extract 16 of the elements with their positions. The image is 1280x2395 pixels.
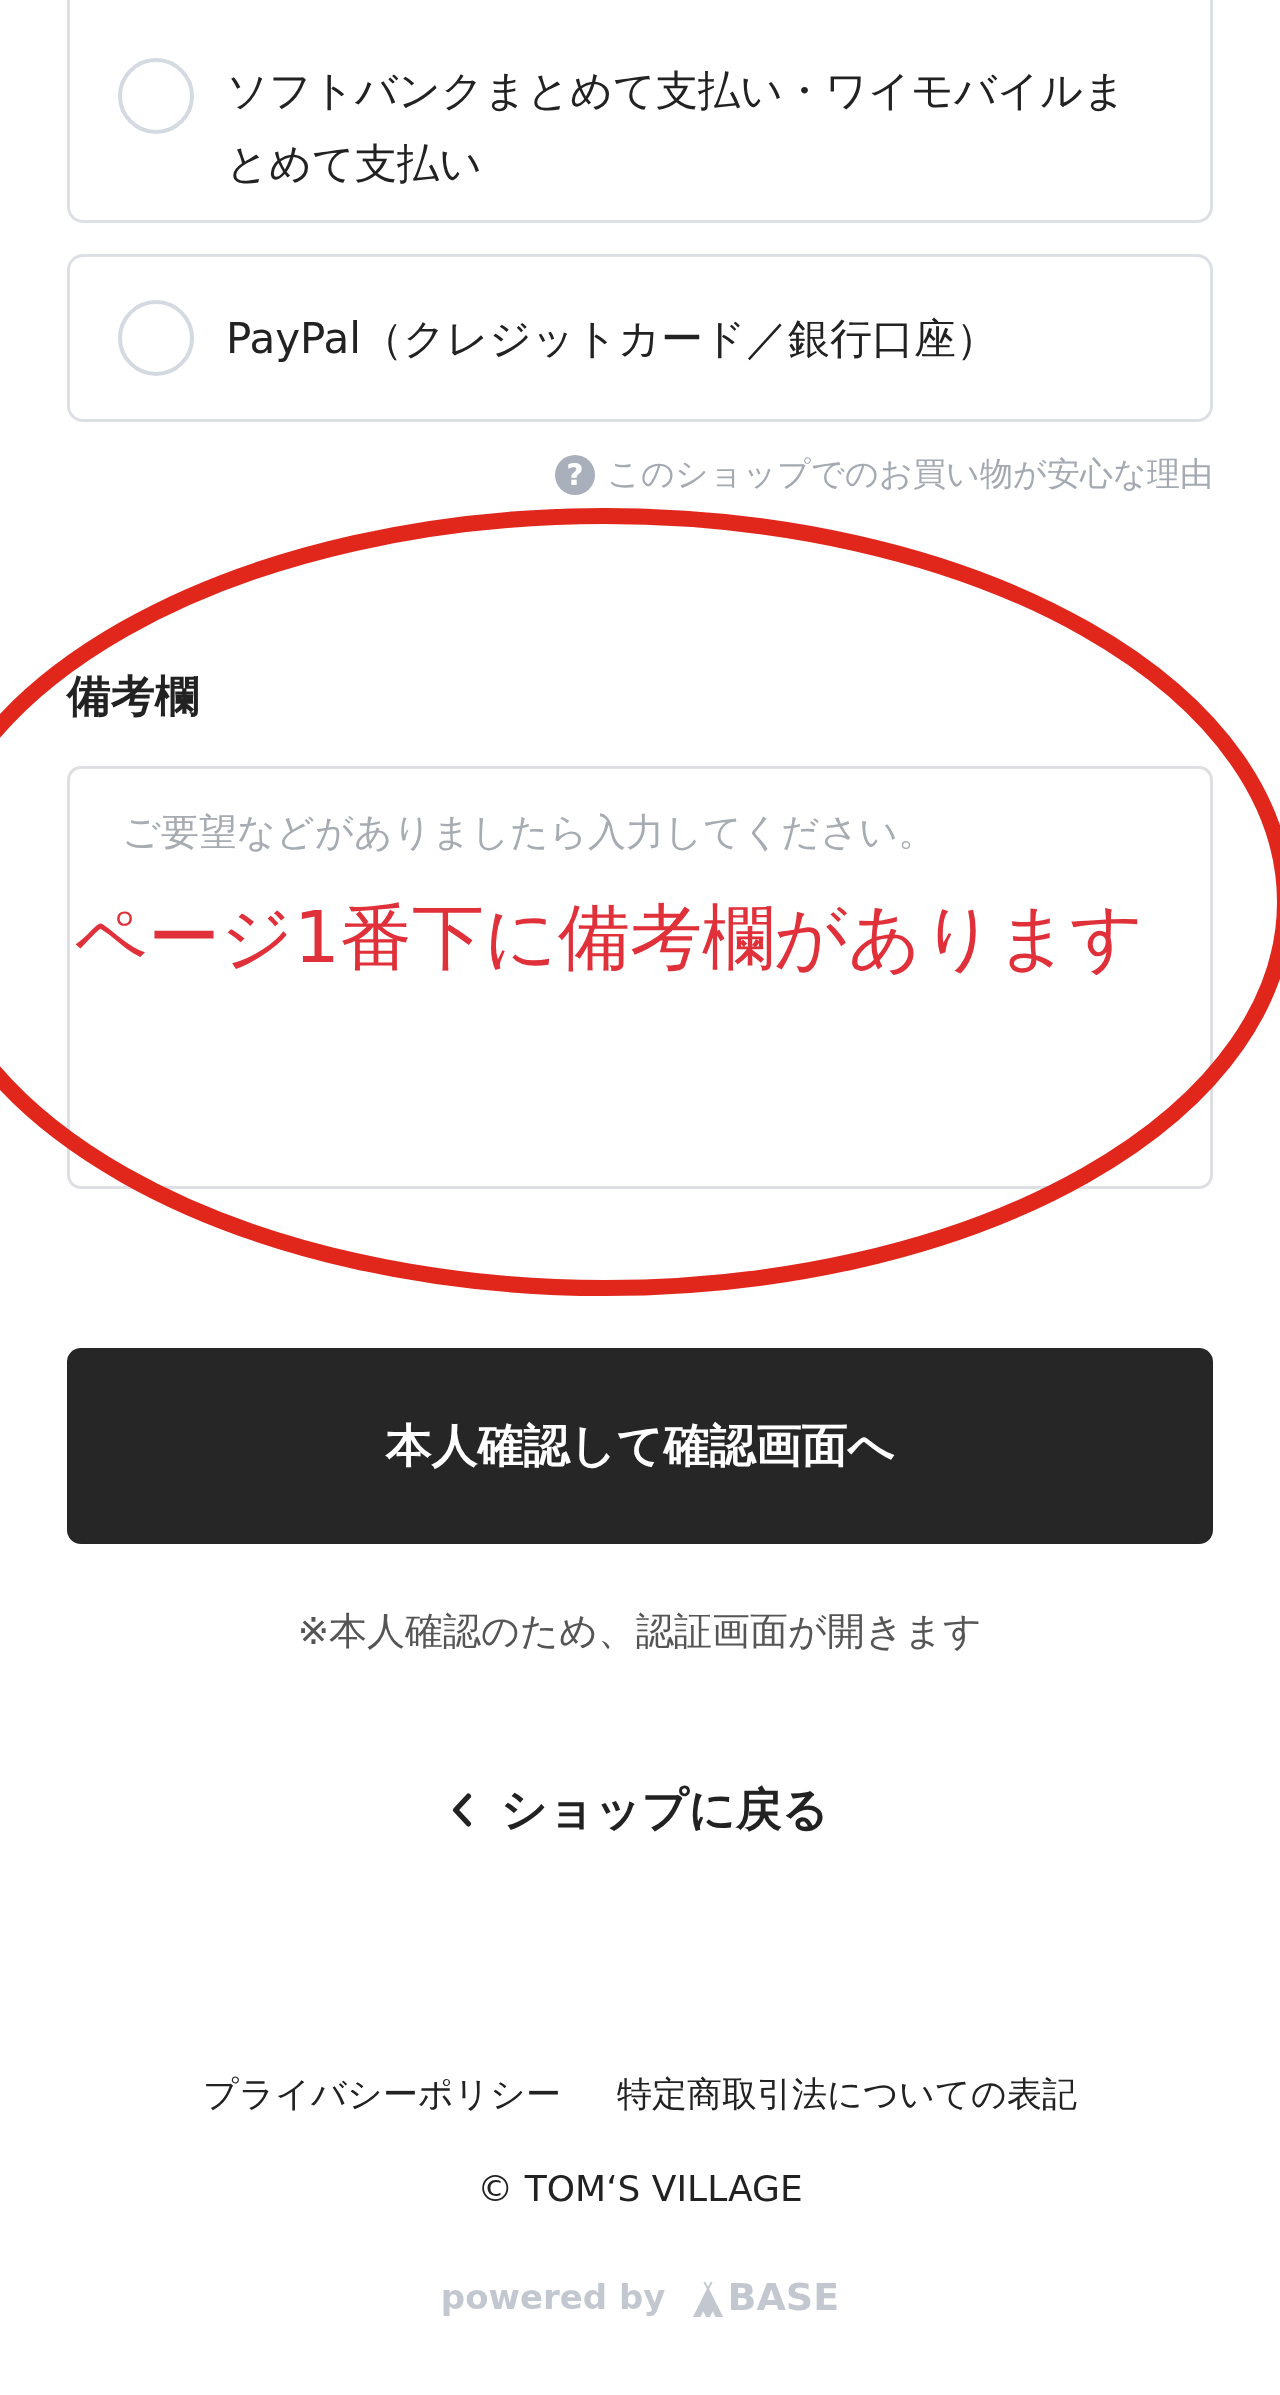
radio-button[interactable] — [118, 58, 194, 134]
chevron-left-icon — [451, 1793, 473, 1827]
field-label: 備考欄 — [67, 669, 199, 723]
back-link[interactable]: ショップに戻る — [451, 1779, 829, 1841]
copyright: © TOM‘S VILLAGE — [476, 2168, 804, 2209]
footer-link[interactable]: 特定商取引法についての表記 — [617, 2071, 1077, 2118]
payment-option[interactable]: PayPal（クレジットカード／銀行口座） — [67, 254, 1213, 422]
payment-option[interactable]: ソフトバンクまとめて支払い・ワイモバイルまとめて支払い — [67, 0, 1213, 223]
footer-link[interactable]: プライバシーポリシー — [203, 2071, 561, 2118]
annotation-text: ページ1番下に備考欄があります — [74, 894, 1144, 981]
radio-button[interactable] — [118, 300, 194, 376]
option-label: ソフトバンクまとめて支払い・ワイモバイルまとめて支払い — [226, 65, 1127, 190]
powered-by-text: powered by — [440, 2277, 666, 2317]
submit-note: ※本人確認のため、認証画面が開きます — [296, 1608, 984, 1655]
submit-button[interactable]: 本人確認して確認画面へ — [67, 1348, 1213, 1544]
option-label: PayPal（クレジットカード／銀行口座） — [226, 312, 998, 365]
